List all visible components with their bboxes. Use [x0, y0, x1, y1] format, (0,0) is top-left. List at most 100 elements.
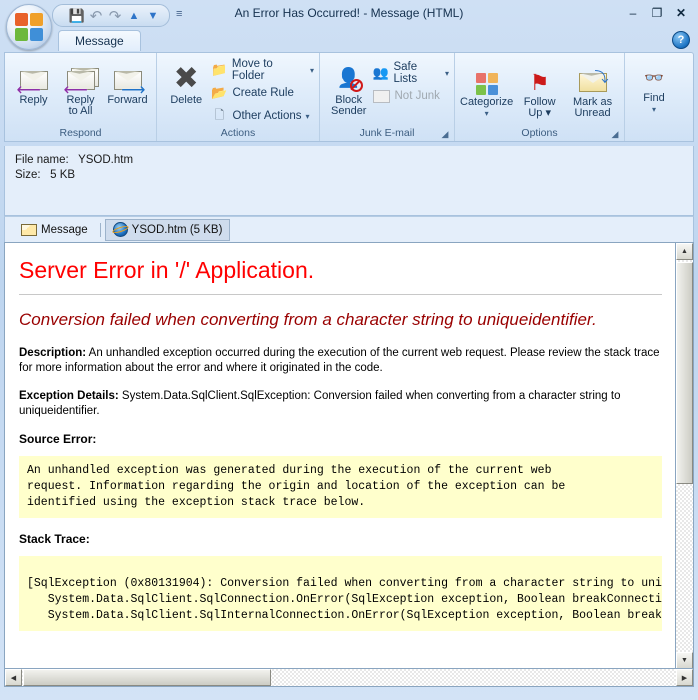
window-controls: – ❐ ✕ — [622, 4, 692, 21]
scroll-up-button[interactable]: ▲ — [676, 243, 693, 260]
office-logo-icon — [15, 13, 43, 41]
follow-up-button[interactable]: ⚑ Follow Up ▾ — [513, 59, 566, 119]
vertical-scroll-thumb[interactable] — [676, 262, 693, 484]
ribbon-group-respond-label: Respond — [59, 127, 102, 139]
reply-all-icon: ⟵ — [64, 59, 99, 98]
block-sender-button[interactable]: 👤 Block Sender — [325, 57, 373, 117]
reply-button[interactable]: ⟵ Reply — [10, 57, 57, 106]
title-bar: 💾 ↶ ↷ ▲ ▼ ≡ An Error Has Occurred! - Mes… — [0, 0, 698, 50]
find-button[interactable]: 👓 Find ▾ — [630, 63, 678, 115]
description-paragraph: Description: An unhandled exception occu… — [19, 346, 662, 376]
block-sender-label: Block Sender — [331, 94, 367, 117]
move-to-folder-label: Move to Folder — [231, 58, 273, 82]
chevron-down-icon[interactable]: ▾ — [310, 66, 314, 75]
follow-up-icon: ⚑ — [529, 70, 550, 95]
stack-trace-code: [SqlException (0x80131904): Conversion f… — [19, 556, 662, 631]
ribbon-tab-strip: Message ? — [0, 30, 698, 52]
source-error-label: Source Error: — [19, 432, 97, 446]
ribbon-group-find-label — [625, 126, 683, 141]
other-actions-button[interactable]: 🗋 Other Actions ▾ — [211, 106, 315, 126]
file-name-row: File name: YSOD.htm — [15, 154, 683, 166]
scroll-down-button[interactable]: ▼ — [676, 652, 693, 669]
error-subheading: Conversion failed when converting from a… — [19, 310, 597, 329]
reply-icon: ⟵ — [17, 59, 48, 98]
delete-icon: ✖ — [173, 62, 199, 95]
create-rule-label: Create Rule — [232, 87, 294, 99]
office-button[interactable] — [6, 4, 52, 50]
safe-lists-icon: 👥 — [372, 65, 390, 80]
file-size-value: 5 KB — [50, 169, 76, 181]
scroll-left-button[interactable]: ◀ — [5, 669, 22, 686]
ribbon-group-find: 👓 Find ▾ — [625, 53, 683, 141]
forward-button[interactable]: ⟶ Forward — [104, 57, 151, 106]
find-label: Find ▾ — [643, 92, 665, 115]
file-size-row: Size: 5 KB — [15, 169, 683, 181]
maximize-button[interactable]: ❐ — [646, 4, 668, 21]
vertical-scrollbar[interactable]: ▲ ▼ — [675, 243, 693, 669]
mark-unread-icon: ⤵ — [578, 61, 609, 95]
horizontal-scroll-thumb[interactable] — [23, 669, 271, 686]
junk-dialog-launcher[interactable]: ◢ — [440, 127, 450, 139]
attachment-preview-pane: Server Error in '/' Application. Convers… — [4, 242, 694, 687]
ribbon-group-respond: ⟵ Reply ⟵ Reply to All ⟶ Forward Respond — [5, 53, 157, 141]
attachment-tab-message[interactable]: Message — [13, 219, 96, 241]
junk-small-buttons: 👥 Safe Lists ▾ Not Junk — [372, 57, 449, 106]
move-to-folder-button[interactable]: 📁 Move to Folder ▾ — [211, 58, 314, 82]
scroll-right-button[interactable]: ▶ — [676, 669, 693, 686]
html-document-icon — [112, 222, 128, 237]
move-to-folder-icon: 📁 — [211, 62, 228, 77]
outlook-message-window: 💾 ↶ ↷ ▲ ▼ ≡ An Error Has Occurred! - Mes… — [0, 0, 698, 700]
help-icon[interactable]: ? — [672, 31, 690, 49]
actions-small-buttons: 📁 Move to Folder ▾ 📂 Create Rule 🗋 Other… — [211, 57, 315, 126]
options-dialog-launcher[interactable]: ◢ — [610, 127, 620, 139]
not-junk-label: Not Junk — [394, 90, 440, 102]
description-text: An unhandled exception occurred during t… — [19, 347, 660, 374]
minimize-button[interactable]: – — [622, 4, 644, 21]
chevron-down-icon[interactable]: ▾ — [445, 69, 449, 78]
attachment-tab-ysod-label: YSOD.htm (5 KB) — [131, 223, 223, 236]
create-rule-icon: 📂 — [211, 85, 228, 100]
mark-unread-button[interactable]: ⤵ Mark as Unread — [566, 59, 619, 119]
stack-trace-label: Stack Trace: — [19, 532, 90, 546]
other-actions-label: Other Actions — [232, 110, 302, 122]
ribbon-group-options-label: Options ◢ — [521, 127, 620, 139]
tab-separator — [99, 222, 101, 237]
mark-unread-label: Mark as Unread — [572, 96, 613, 119]
safe-lists-label: Safe Lists — [393, 61, 418, 85]
exception-paragraph: Exception Details: System.Data.SqlClient… — [19, 389, 662, 419]
follow-up-label: Follow Up ▾ — [523, 96, 556, 119]
description-label: Description: — [19, 347, 87, 359]
file-size-label: Size: — [15, 169, 41, 181]
find-icon: 👓 — [644, 70, 664, 87]
ribbon-group-actions-label: Actions — [220, 127, 256, 139]
not-junk-icon — [373, 88, 391, 104]
file-name-value: YSOD.htm — [78, 154, 134, 166]
source-error-code: An unhandled exception was generated dur… — [19, 456, 662, 518]
exception-details-label: Exception Details: — [19, 390, 119, 402]
heading-divider — [19, 294, 662, 295]
forward-icon: ⟶ — [113, 59, 146, 98]
categorize-button[interactable]: Categorize ▾ — [460, 59, 513, 119]
reply-all-button[interactable]: ⟵ Reply to All — [57, 57, 104, 117]
delete-label: Delete — [170, 94, 203, 106]
attachment-tab-ysod[interactable]: YSOD.htm (5 KB) — [104, 218, 231, 241]
categorize-icon — [475, 61, 498, 95]
file-name-label: File name: — [15, 154, 69, 166]
error-heading: Server Error in '/' Application. — [19, 257, 315, 283]
block-sender-icon: 👤 — [335, 59, 363, 93]
other-actions-icon: 🗋 — [214, 107, 225, 122]
ribbon: ⟵ Reply ⟵ Reply to All ⟶ Forward Respond… — [4, 52, 694, 142]
tab-message[interactable]: Message — [58, 30, 141, 51]
attachment-info-panel: File name: YSOD.htm Size: 5 KB — [4, 146, 694, 216]
chevron-down-icon[interactable]: ▾ — [306, 112, 310, 121]
delete-button[interactable]: ✖ Delete — [162, 57, 211, 106]
window-title: An Error Has Occurred! - Message (HTML) — [234, 6, 464, 20]
create-rule-button[interactable]: 📂 Create Rule — [211, 83, 315, 103]
ribbon-group-junk-label: Junk E-mail ◢ — [359, 127, 450, 139]
horizontal-scrollbar[interactable]: ◀ ▶ — [5, 668, 693, 686]
safe-lists-button[interactable]: 👥 Safe Lists ▾ — [372, 61, 449, 85]
close-button[interactable]: ✕ — [670, 4, 692, 21]
ribbon-group-junk-email: 👤 Block Sender 👥 Safe Lists ▾ Not Junk J… — [320, 53, 455, 141]
attachment-tab-message-label: Message — [41, 223, 88, 236]
message-envelope-icon — [21, 223, 37, 236]
